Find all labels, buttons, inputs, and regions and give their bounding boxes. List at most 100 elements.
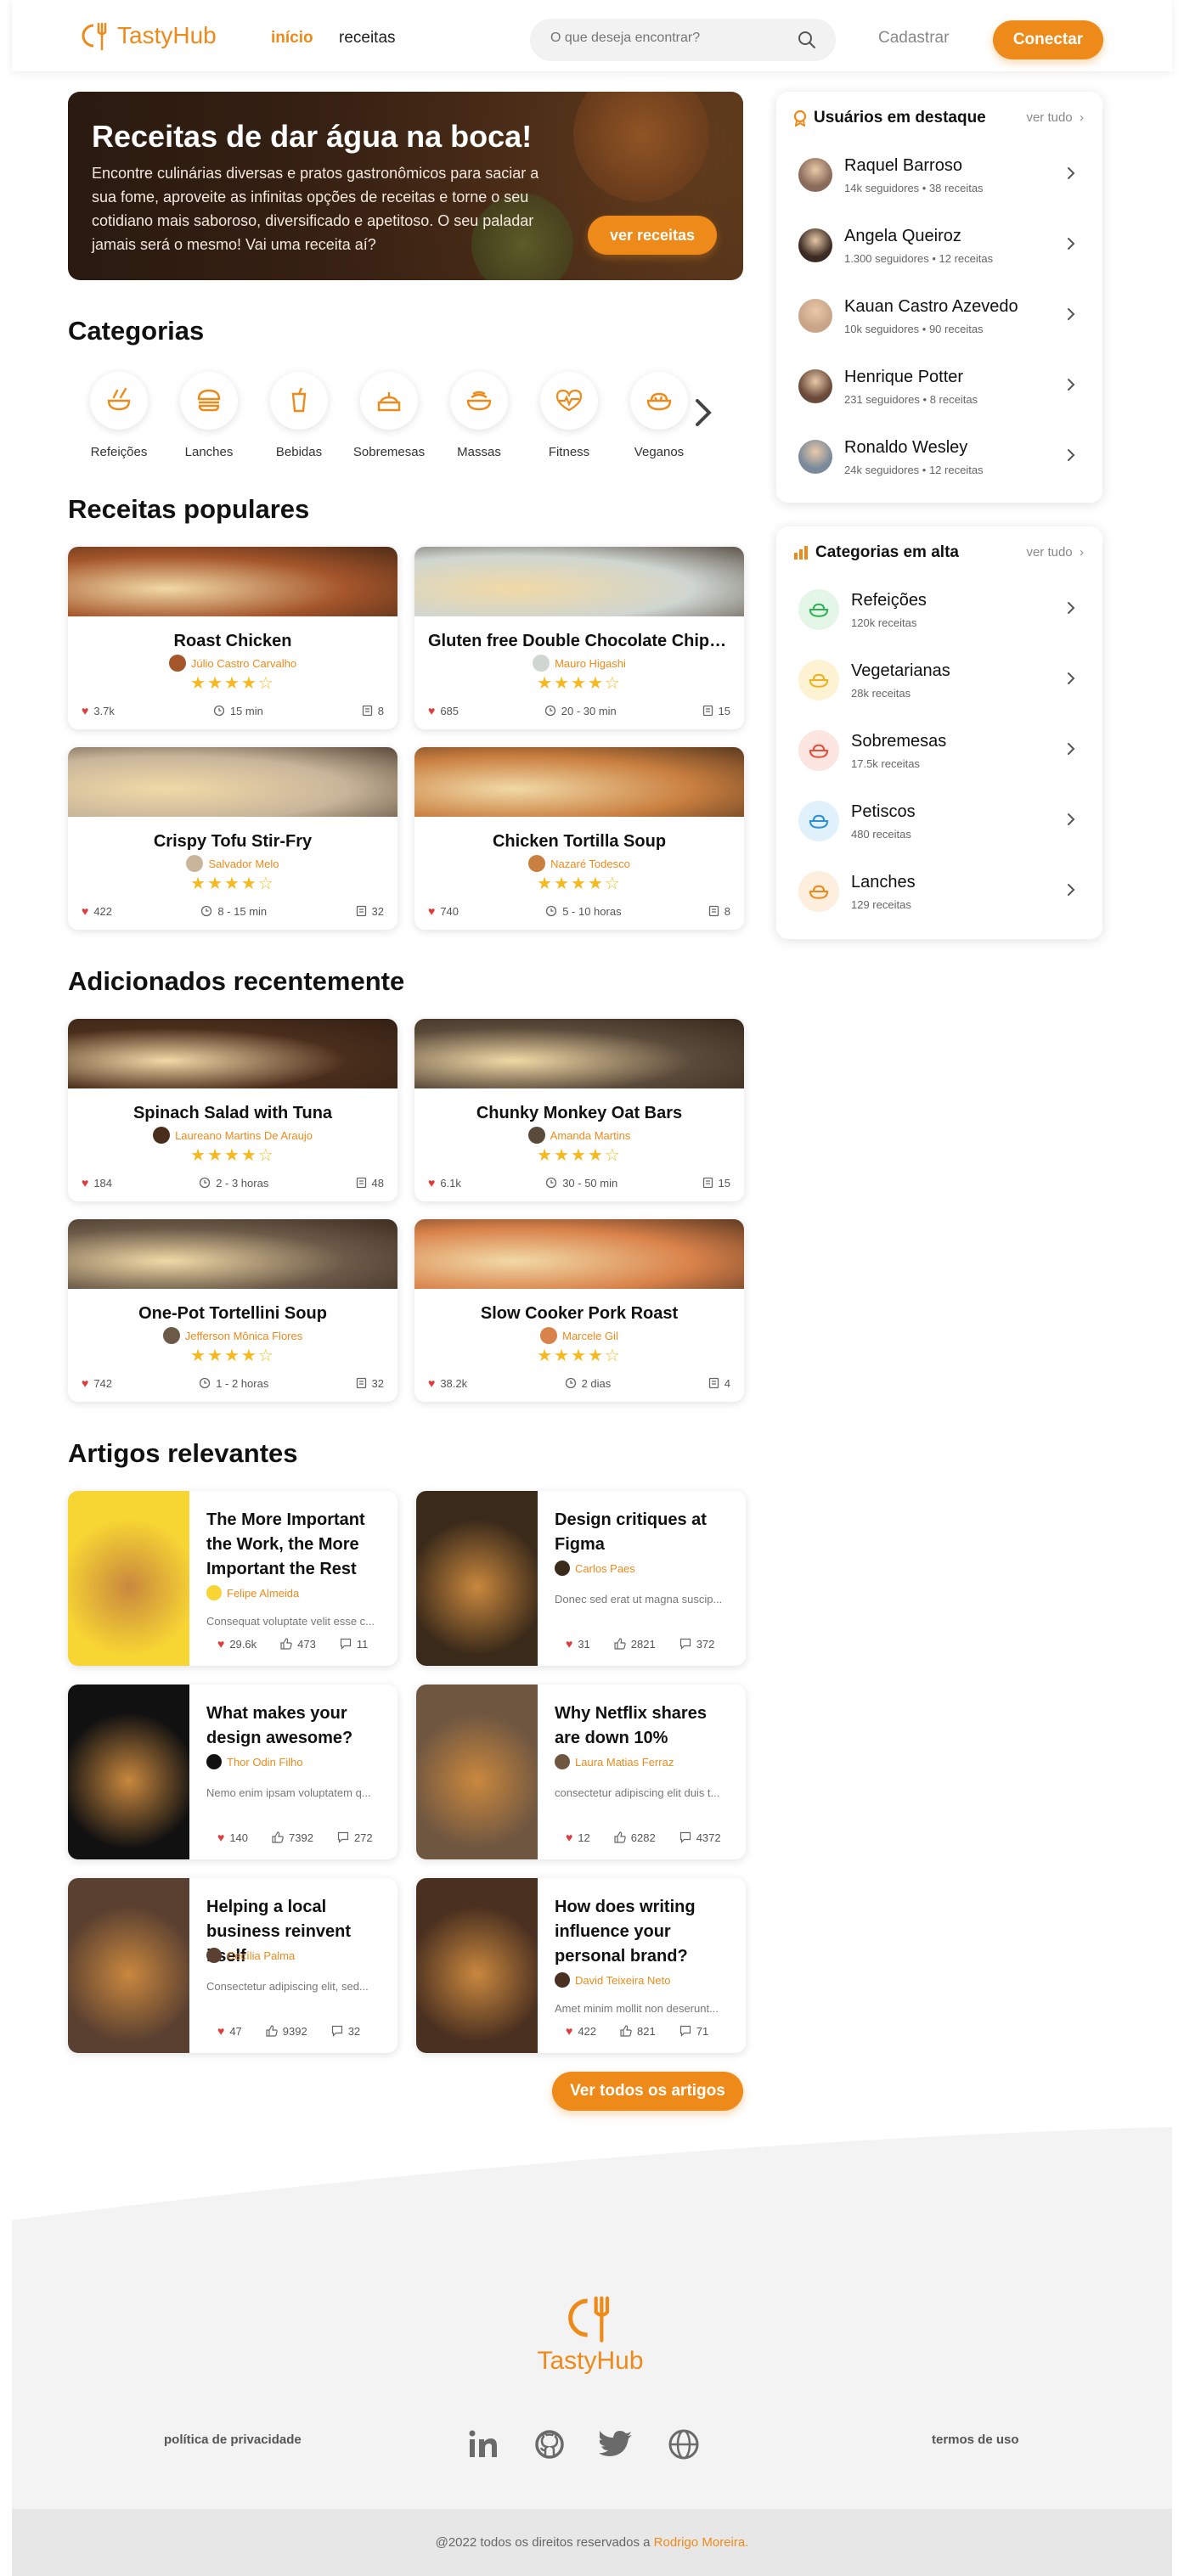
open-user-chevron[interactable] — [1067, 378, 1075, 391]
likes-stat[interactable]: ♥ 12 — [566, 1831, 590, 1844]
recipe-author[interactable]: Laureano Martins De Araujo — [68, 1127, 397, 1144]
chevron-right-icon[interactable] — [692, 396, 714, 430]
likes-stat[interactable]: ♥ 742 — [82, 1376, 112, 1390]
likes-stat[interactable]: ♥ 422 — [82, 904, 112, 918]
login-button[interactable]: Conectar — [993, 20, 1103, 59]
trending-see-all[interactable]: ver tudo › — [1026, 545, 1084, 560]
comments-stat[interactable]: 71 — [679, 2024, 708, 2038]
article-author[interactable]: Laura Matias Ferraz — [555, 1754, 674, 1769]
featured-user-row[interactable]: Ronaldo Wesley 24k seguidores • 12 receit… — [798, 433, 1080, 484]
article-card[interactable]: What makes your design awesome? Thor Odin… — [68, 1685, 397, 1859]
comments-stat[interactable]: 11 — [340, 1637, 368, 1651]
terms-link[interactable]: termos de uso — [932, 2433, 1019, 2447]
thumbs-stat[interactable]: 821 — [620, 2024, 656, 2038]
trending-category-row[interactable]: Refeições 120k receitas — [798, 586, 1080, 637]
category-item[interactable]: Massas — [438, 372, 520, 459]
likes-stat[interactable]: ♥ 685 — [428, 704, 459, 717]
comments-stat[interactable]: 32 — [331, 2024, 360, 2038]
globe-icon[interactable] — [668, 2428, 700, 2461]
category-item[interactable]: Bebidas — [258, 372, 340, 459]
featured-user-row[interactable]: Raquel Barroso 14k seguidores • 38 receit… — [798, 151, 1080, 202]
search-input[interactable] — [550, 31, 780, 46]
footer-logo[interactable]: TastyHub — [527, 2292, 654, 2376]
open-user-chevron[interactable] — [1067, 307, 1075, 321]
recipe-card[interactable]: Chicken Tortilla Soup Nazaré Todesco ★★★★☆… — [414, 747, 744, 930]
thumbs-stat[interactable]: 9392 — [266, 2024, 307, 2038]
thumbs-stat[interactable]: 6282 — [614, 1831, 656, 1844]
recipe-card[interactable]: Crispy Tofu Stir-Fry Salvador Melo ★★★★☆ ♥ 4… — [68, 747, 397, 930]
likes-stat[interactable]: ♥ 6.1k — [428, 1176, 461, 1190]
article-author[interactable]: Carlos Paes — [555, 1561, 635, 1576]
comments-stat[interactable]: 4372 — [679, 1831, 721, 1844]
recipe-card[interactable]: Slow Cooker Pork Roast Marcele Gil ★★★★☆ ♥ 3… — [414, 1219, 744, 1402]
category-item[interactable]: Veganos — [618, 372, 700, 459]
featured-user-row[interactable]: Angela Queiroz 1.300 seguidores • 12 rece… — [798, 222, 1080, 273]
article-card[interactable]: Helping a local business reinvent itself… — [68, 1878, 397, 2053]
brand-logo[interactable]: TastyHub — [80, 20, 217, 51]
thumbs-stat[interactable]: 473 — [280, 1637, 316, 1651]
all-articles-button[interactable]: Ver todos os artigos — [552, 2072, 743, 2111]
article-card[interactable]: How does writing influence your personal… — [416, 1878, 746, 2053]
likes-stat[interactable]: ♥ 184 — [82, 1176, 112, 1190]
article-card[interactable]: Design critiques at Figma Carlos Paes Done… — [416, 1491, 746, 1666]
recipe-author[interactable]: Marcele Gil — [414, 1327, 744, 1344]
featured-user-row[interactable]: Kauan Castro Azevedo 10k seguidores • 90 … — [798, 292, 1080, 343]
recipe-author[interactable]: Mauro Higashi — [414, 655, 744, 672]
category-item[interactable]: Refeições — [78, 372, 160, 459]
signup-link[interactable]: Cadastrar — [878, 29, 949, 48]
likes-stat[interactable]: ♥ 140 — [217, 1831, 248, 1844]
nav-inicio[interactable]: início — [271, 29, 313, 48]
article-card[interactable]: The More Important the Work, the More Im… — [68, 1491, 397, 1666]
article-card[interactable]: Why Netflix shares are down 10% Laura Mat… — [416, 1685, 746, 1859]
trending-category-row[interactable]: Vegetarianas 28k receitas — [798, 656, 1080, 707]
trending-category-row[interactable]: Sobremesas 17.5k receitas — [798, 727, 1080, 778]
likes-stat[interactable]: ♥ 422 — [566, 2024, 596, 2038]
likes-stat[interactable]: ♥ 31 — [566, 1637, 590, 1651]
article-author[interactable]: David Teixeira Neto — [555, 1972, 670, 1988]
article-author[interactable]: Felipe Almeida — [206, 1585, 299, 1600]
likes-stat[interactable]: ♥ 38.2k — [428, 1376, 467, 1390]
nav-receitas[interactable]: receitas — [339, 29, 396, 48]
open-category-chevron[interactable] — [1067, 672, 1075, 685]
twitter-icon[interactable] — [600, 2428, 634, 2461]
recipe-author[interactable]: Salvador Melo — [68, 855, 397, 872]
owner-link[interactable]: Rodrigo Moreira. — [654, 2535, 749, 2550]
recipe-card[interactable]: Spinach Salad with Tuna Laureano Martins … — [68, 1019, 397, 1201]
github-icon[interactable] — [533, 2428, 566, 2461]
category-item[interactable]: Sobremesas — [348, 372, 430, 459]
search-icon[interactable] — [797, 30, 817, 50]
recipe-card[interactable]: Gluten free Double Chocolate Chip B... Ma… — [414, 547, 744, 729]
recipe-card[interactable]: Roast Chicken Júlio Castro Carvalho ★★★★☆ ♥… — [68, 547, 397, 729]
recipe-card[interactable]: One-Pot Tortellini Soup Jefferson Mônica … — [68, 1219, 397, 1402]
thumbs-stat[interactable]: 7392 — [272, 1831, 313, 1844]
trending-category-row[interactable]: Lanches 129 receitas — [798, 868, 1080, 919]
open-user-chevron[interactable] — [1067, 166, 1075, 180]
open-user-chevron[interactable] — [1067, 237, 1075, 250]
likes-stat[interactable]: ♥ 740 — [428, 904, 459, 918]
likes-stat[interactable]: ♥ 3.7k — [82, 704, 115, 717]
thumbs-stat[interactable]: 2821 — [614, 1637, 656, 1651]
open-category-chevron[interactable] — [1067, 601, 1075, 615]
open-category-chevron[interactable] — [1067, 813, 1075, 826]
view-recipes-button[interactable]: ver receitas — [588, 216, 717, 255]
article-author[interactable]: Cecília Palma — [206, 1948, 295, 1963]
recipe-card[interactable]: Chunky Monkey Oat Bars Amanda Martins ★★★★… — [414, 1019, 744, 1201]
open-category-chevron[interactable] — [1067, 883, 1075, 897]
recipe-author[interactable]: Jefferson Mônica Flores — [68, 1327, 397, 1344]
featured-user-row[interactable]: Henrique Potter 231 seguidores • 8 receit… — [798, 363, 1080, 413]
linkedin-icon[interactable] — [467, 2428, 499, 2461]
recipe-author[interactable]: Amanda Martins — [414, 1127, 744, 1144]
comments-stat[interactable]: 372 — [679, 1637, 714, 1651]
trending-category-row[interactable]: Petiscos 480 receitas — [798, 797, 1080, 848]
open-user-chevron[interactable] — [1067, 448, 1075, 462]
featured-users-see-all[interactable]: ver tudo › — [1026, 110, 1084, 125]
likes-stat[interactable]: ♥ 29.6k — [217, 1637, 257, 1651]
open-category-chevron[interactable] — [1067, 742, 1075, 756]
article-author[interactable]: Thor Odin Filho — [206, 1754, 303, 1769]
privacy-link[interactable]: política de privacidade — [164, 2433, 302, 2447]
category-item[interactable]: Fitness — [528, 372, 610, 459]
comments-stat[interactable]: 272 — [337, 1831, 373, 1844]
recipe-author[interactable]: Nazaré Todesco — [414, 855, 744, 872]
category-item[interactable]: Lanches — [168, 372, 250, 459]
likes-stat[interactable]: ♥ 47 — [217, 2024, 242, 2038]
